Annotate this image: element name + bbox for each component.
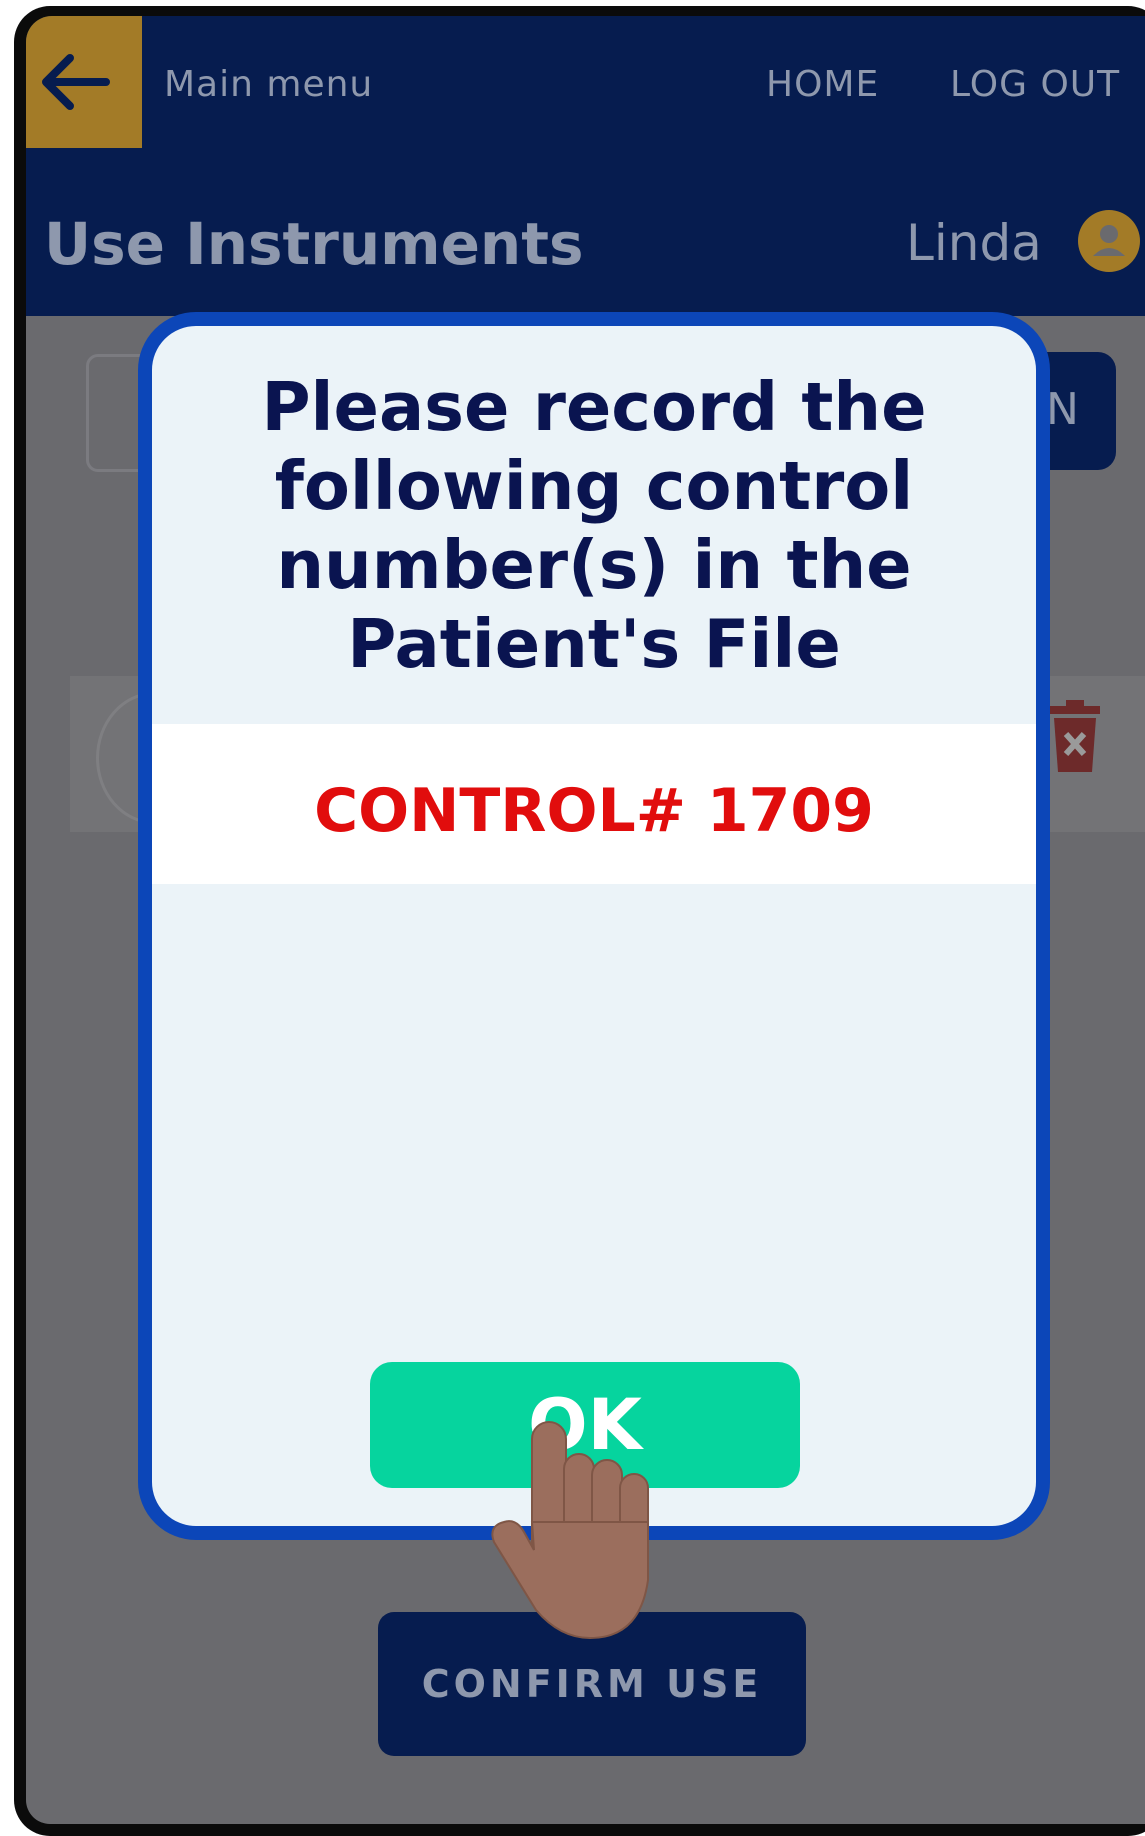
- control-number: CONTROL# 1709: [314, 776, 874, 846]
- home-link[interactable]: HOME: [766, 64, 879, 105]
- page-header: Use Instruments Linda: [26, 156, 1145, 316]
- logout-link[interactable]: LOG OUT: [950, 64, 1120, 105]
- page-title: Use Instruments: [44, 210, 584, 278]
- back-button[interactable]: [26, 16, 142, 148]
- pointing-hand-icon: [491, 1421, 649, 1640]
- user-avatar-icon[interactable]: [1078, 210, 1140, 272]
- control-number-band: CONTROL# 1709: [152, 724, 1036, 884]
- control-number-dialog: Please record the following control numb…: [138, 312, 1050, 1540]
- top-nav: Main menu HOME LOG OUT: [26, 16, 1145, 156]
- partial-button-label: N: [1046, 384, 1079, 435]
- dialog-message: Please record the following control numb…: [261, 368, 927, 683]
- main-menu-link[interactable]: Main menu: [164, 64, 373, 105]
- arrow-left-icon: [42, 54, 110, 110]
- trash-icon[interactable]: [1046, 700, 1104, 778]
- user-name[interactable]: Linda: [906, 214, 1042, 272]
